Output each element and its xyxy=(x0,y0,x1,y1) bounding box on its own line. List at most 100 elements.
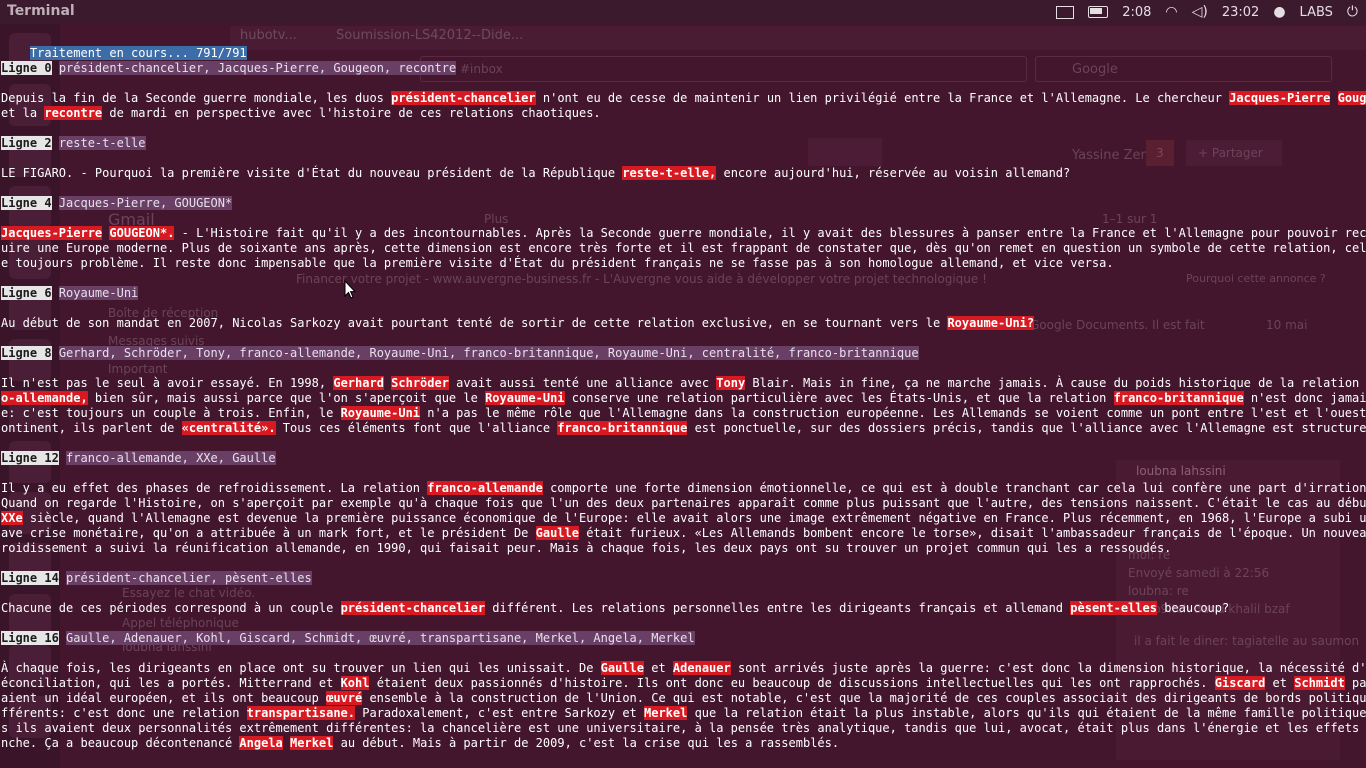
highlighted-word: Angela xyxy=(239,736,283,750)
mouse-pointer-icon xyxy=(344,280,357,299)
paragraph-text: Depuis la fin de la Seconde guerre mondi… xyxy=(1,91,392,105)
paragraph-text: avait aussi tenté une alliance avec xyxy=(448,376,717,390)
user-icon[interactable]: ● xyxy=(1273,4,1285,20)
ligne-header: Ligne 0 président-chancelier, Jacques-Pi… xyxy=(1,61,457,76)
highlighted-word: président-chancelier xyxy=(340,601,486,615)
mail-icon[interactable] xyxy=(1056,5,1075,19)
ligne-header: Ligne 12 franco-allemande, XXe, Gaulle xyxy=(1,451,276,466)
ligne-label: Ligne 12 xyxy=(1,451,59,465)
paragraph-text: Paradoxalement, c'est entre Sarkozy et xyxy=(355,706,644,720)
ligne-words: président-chancelier, Jacques-Pierre, Go… xyxy=(58,61,457,75)
paragraph-text: comporte une forte dimension émotionnell… xyxy=(542,481,1366,495)
paragraph-text: Quand on regarde l'Histoire, on s'aperço… xyxy=(1,496,1366,510)
ligne-label: Ligne 16 xyxy=(1,631,59,645)
highlighted-word: Royaume-Uni xyxy=(340,406,421,420)
paragraph-text: ontinent, ils parlent de xyxy=(1,421,182,435)
paragraph-text: que la relation était la plus instable, … xyxy=(687,706,1366,720)
paragraph-text: et xyxy=(1265,676,1295,690)
highlighted-word: Kohl xyxy=(340,676,370,690)
paragraph-line: s ils avaient deux personnalités extrême… xyxy=(1,721,1366,736)
ligne-words: président-chancelier, pèsent-elles xyxy=(66,571,312,585)
ligne-words: Royaume-Uni xyxy=(58,286,139,300)
ligne-header: Ligne 2 reste-t-elle xyxy=(1,136,146,151)
paragraph-line: Au début de son mandat en 2007, Nicolas … xyxy=(1,316,1035,331)
progress-status: Traitement en cours... 791/791 xyxy=(29,46,247,60)
paragraph-text: - L'Histoire fait qu'il y a des incontou… xyxy=(174,226,1366,240)
highlighted-word: Gerhard xyxy=(333,376,384,390)
paragraph-line: fférents: c'est donc une relation transp… xyxy=(1,706,1366,721)
highlighted-word: «centralité». xyxy=(181,421,276,435)
ligne-header: Ligne 6 Royaume-Uni xyxy=(1,286,139,301)
highlighted-word: GOUGEON*. xyxy=(109,226,175,240)
paragraph-text: n'a pas le même rôle que l'Allemagne dan… xyxy=(420,406,1366,420)
paragraph-line: Il y a eu effet des phases de refroidiss… xyxy=(1,481,1366,496)
ligne-header: Ligne 4 Jacques-Pierre, GOUGEON* xyxy=(1,196,233,211)
paragraph-line: Il n'est pas le seul à avoir essayé. En … xyxy=(1,376,1366,391)
power-icon[interactable]: ⏻ xyxy=(1347,4,1358,20)
paragraph-text: encore aujourd'hui, réservée au voisin a… xyxy=(716,166,1071,180)
paragraph-text: e toujours problème. Il reste donc impen… xyxy=(1,256,1114,270)
clock[interactable]: 23:02 xyxy=(1222,5,1259,20)
paragraph-text: ensemble à la construction de l'Union. C… xyxy=(362,691,1366,705)
volume-icon[interactable]: ◁) xyxy=(1192,4,1208,20)
highlighted-word: Giscard xyxy=(1214,676,1266,690)
paragraph-text: Il n'est pas le seul à avoir essayé. En … xyxy=(1,376,334,390)
highlighted-word: o-allemande, xyxy=(1,391,88,405)
indicator-area: 2:08 ◠ ◁) 23:02 ● LABS ⏻ xyxy=(1056,4,1358,20)
ligne-label: Ligne 6 xyxy=(1,286,52,300)
ligne-words: Gaulle, Adenauer, Kohl, Giscard, Schmidt… xyxy=(66,631,695,645)
highlighted-word: Adenauer xyxy=(672,661,731,675)
highlighted-word: franco-allemande xyxy=(427,481,543,495)
paragraph-text: s ils avaient deux personnalités extrême… xyxy=(1,721,1366,735)
ligne-words: Gerhard, Schröder, Tony, franco-allemand… xyxy=(58,346,919,360)
highlighted-word: Jacques-Pierre xyxy=(1,226,103,240)
paragraph-line: XXe siècle, quand l'Allemagne est devenu… xyxy=(1,511,1366,526)
paragraph-text: nche. Ça a beaucoup décontenancé xyxy=(1,736,240,750)
paragraph-line: nche. Ça a beaucoup décontenancé Angela … xyxy=(1,736,839,751)
paragraph-text: et xyxy=(644,661,673,675)
highlighted-word: Schmidt xyxy=(1294,676,1345,690)
ligne-label: Ligne 14 xyxy=(1,571,59,585)
user-name-label[interactable]: LABS xyxy=(1300,5,1333,20)
ligne-header: Ligne 14 président-chancelier, pèsent-el… xyxy=(1,571,312,586)
paragraph-text: aient un idéal européen, et ils ont beau… xyxy=(1,691,327,705)
paragraph-text: partage xyxy=(1352,676,1366,690)
ligne-label: Ligne 2 xyxy=(1,136,52,150)
paragraph-text: conserve une relation particulière avec … xyxy=(564,391,1114,405)
highlighted-word: Jacques-Pierre xyxy=(1229,91,1331,105)
window-title: Terminal xyxy=(7,3,75,19)
highlighted-word: Royaume-Uni? xyxy=(947,316,1035,330)
paragraph-text: siècle, quand l'Allemagne est devenue la… xyxy=(22,511,1366,525)
paragraph-text: et la xyxy=(1,106,45,120)
highlighted-word: Gaulle xyxy=(600,661,645,675)
ligne-label: Ligne 0 xyxy=(1,61,52,75)
highlighted-word: franco-britannique xyxy=(1113,391,1244,405)
paragraph-text: uire une Europe moderne. Plus de soixant… xyxy=(1,241,1366,255)
highlighted-word: XXe xyxy=(1,511,23,525)
paragraph-line: À chaque fois, les dirigeants en place o… xyxy=(1,661,1366,676)
highlighted-word: président-chancelier xyxy=(391,91,536,105)
highlighted-word: pèsent-elles xyxy=(1070,601,1157,615)
paragraph-line: ave crise monétaire, qu'on a attribuée à… xyxy=(1,526,1366,541)
top-panel: Terminal 2:08 ◠ ◁) 23:02 ● LABS ⏻ xyxy=(0,0,1366,24)
paragraph-line: e toujours problème. Il reste donc impen… xyxy=(1,256,1114,271)
battery-icon[interactable] xyxy=(1088,6,1109,18)
paragraph-text xyxy=(283,736,290,750)
paragraph-line: Jacques-Pierre GOUGEON*. - L'Histoire fa… xyxy=(1,226,1366,241)
highlighted-word: œuvré xyxy=(326,691,363,705)
paragraph-text: LE FIGARO. - Pourquoi la première visite… xyxy=(1,166,623,180)
paragraph-text xyxy=(1330,91,1337,105)
highlighted-word: Gougeon xyxy=(1337,91,1366,105)
paragraph-line: o-allemande, bien sûr, mais aussi parce … xyxy=(1,391,1366,406)
paragraph-text: Chacune de ces périodes correspond à un … xyxy=(1,601,341,615)
paragraph-line: uire une Europe moderne. Plus de soixant… xyxy=(1,241,1366,256)
terminal-output[interactable]: Traitement en cours... 791/791 Ligne 0 p… xyxy=(0,30,1366,768)
paragraph-text: au début. Mais à partir de 2009, c'est l… xyxy=(333,736,840,750)
wifi-icon[interactable]: ◠ xyxy=(1165,4,1177,20)
highlighted-word: Schröder xyxy=(391,376,449,390)
ligne-label: Ligne 8 xyxy=(1,346,52,360)
paragraph-text: fférents: c'est donc une relation xyxy=(1,706,247,720)
highlighted-word: Gaulle xyxy=(535,526,579,540)
paragraph-line: Quand on regarde l'Histoire, on s'aperço… xyxy=(1,496,1366,511)
paragraph-text: roidissement a suivi la réunification al… xyxy=(1,541,1172,555)
